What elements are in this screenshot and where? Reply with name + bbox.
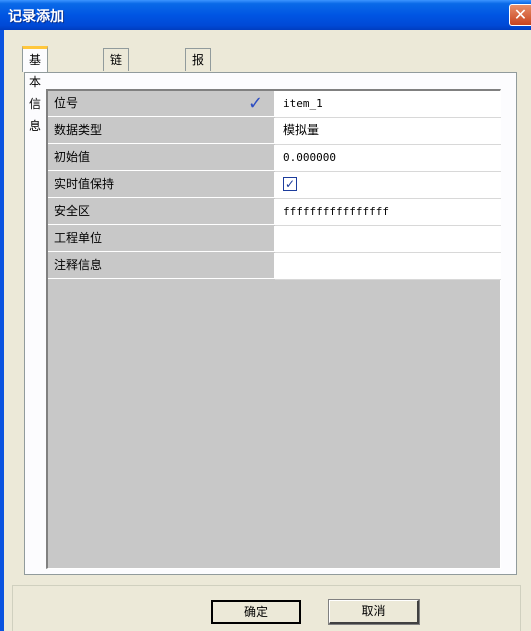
property-row[interactable]: 注释信息 xyxy=(48,253,501,280)
property-row[interactable]: 安全区 ffffffffffffffff xyxy=(48,199,501,226)
property-value[interactable]: 模拟量 xyxy=(275,118,501,145)
property-value[interactable]: ✓ xyxy=(275,172,501,199)
close-button[interactable]: ✕ xyxy=(509,4,531,26)
title-bar[interactable]: 记录添加 ✕ xyxy=(0,0,531,30)
window-title: 记录添加 xyxy=(8,9,64,25)
tab-label: 基本信息 xyxy=(29,53,42,133)
property-label: 安全区 xyxy=(48,199,275,225)
close-icon: ✕ xyxy=(513,5,528,24)
property-value[interactable]: item_1 xyxy=(275,91,501,118)
property-row[interactable]: 位号 ✓ item_1 xyxy=(48,91,501,118)
property-value[interactable]: ffffffffffffffff xyxy=(275,199,501,226)
property-value[interactable] xyxy=(275,226,501,253)
property-label: 数据类型 xyxy=(48,118,275,144)
ok-button-label: 确定 xyxy=(243,605,268,619)
tab-basic-info[interactable]: 基本信息 xyxy=(22,46,49,133)
property-row[interactable]: 工程单位 xyxy=(48,226,501,253)
property-label: 注释信息 xyxy=(48,253,275,279)
property-value[interactable] xyxy=(275,253,501,280)
checkmark-icon: ✓ xyxy=(248,93,264,114)
window-frame-left xyxy=(0,30,4,631)
property-grid[interactable]: 位号 ✓ item_1 数据类型 模拟量 初始值 0.000000 实时值保持 … xyxy=(46,89,501,569)
tab-link-info[interactable]: 链接信息 xyxy=(103,48,130,133)
realtime-hold-checkbox[interactable]: ✓ xyxy=(283,176,297,191)
property-label: 工程单位 xyxy=(48,226,275,252)
property-value[interactable]: 0.000000 xyxy=(275,145,501,172)
property-row[interactable]: 实时值保持 ✓ xyxy=(48,172,501,199)
tab-alarm-info[interactable]: 报警信息 xyxy=(185,48,212,133)
property-row[interactable]: 数据类型 模拟量 xyxy=(48,118,501,145)
ok-button[interactable]: 确定 xyxy=(211,600,301,624)
cancel-button-label: 取消 xyxy=(361,604,386,618)
property-label: 实时值保持 xyxy=(48,172,275,198)
property-label: 初始值 xyxy=(48,145,275,171)
dialog-window: 记录添加 ✕ 基本信息 链接信息 报警信息 位号 ✓ item_1 数据类型 模… xyxy=(0,0,531,631)
cancel-button[interactable]: 取消 xyxy=(328,599,420,625)
property-row[interactable]: 初始值 0.000000 xyxy=(48,145,501,172)
property-label: 位号 xyxy=(48,91,275,117)
